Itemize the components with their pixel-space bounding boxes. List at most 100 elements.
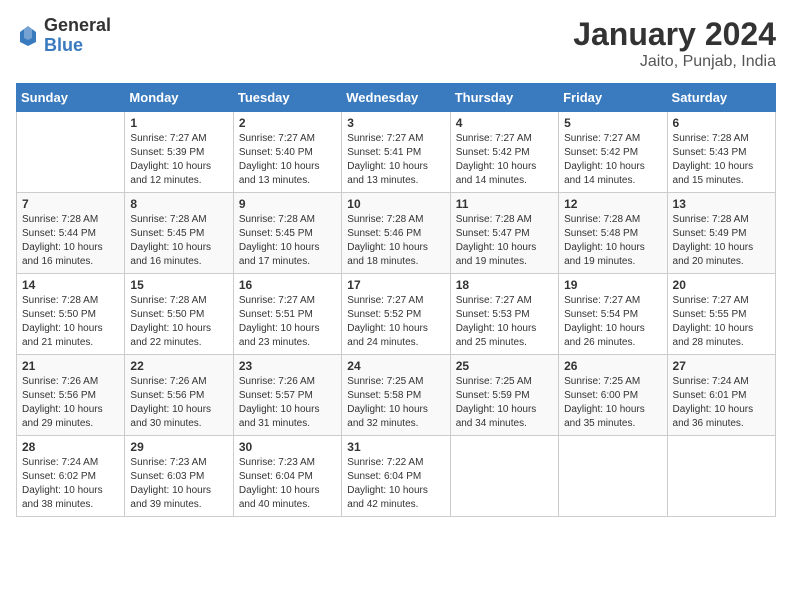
day-cell: 8 Sunrise: 7:28 AM Sunset: 5:45 PM Daylig…: [125, 193, 233, 274]
week-row-3: 14Sunrise: 7:28 AM Sunset: 5:50 PM Dayli…: [17, 274, 776, 355]
day-cell: 19 Sunrise: 7:27 AM Sunset: 5:54 PM Dayli…: [559, 274, 667, 355]
day-number: 18: [456, 278, 553, 292]
day-cell: 16 Sunrise: 7:27 AM Sunset: 5:51 PM Dayli…: [233, 274, 341, 355]
day-cell: 4 Sunrise: 7:27 AM Sunset: 5:42 PM Daylig…: [450, 112, 558, 193]
day-cell: 11Sunrise: 7:28 AM Sunset: 5:47 PM Dayli…: [450, 193, 558, 274]
logo-text: General Blue: [44, 16, 111, 56]
week-row-4: 21 Sunrise: 7:26 AM Sunset: 5:56 PM Dayli…: [17, 355, 776, 436]
week-row-2: 7Sunrise: 7:28 AM Sunset: 5:44 PM Daylig…: [17, 193, 776, 274]
day-cell: 24 Sunrise: 7:25 AM Sunset: 5:58 PM Dayli…: [342, 355, 450, 436]
day-number: 11: [456, 197, 553, 211]
day-info: Sunrise: 7:27 AM Sunset: 5:53 PM Dayligh…: [456, 294, 553, 350]
day-info: Sunrise: 7:25 AM Sunset: 6:00 PM Dayligh…: [564, 375, 661, 431]
day-info: Sunrise: 7:23 AM Sunset: 6:03 PM Dayligh…: [130, 456, 227, 512]
day-info: Sunrise: 7:28 AM Sunset: 5:46 PM Dayligh…: [347, 213, 444, 269]
logo-blue: Blue: [44, 36, 111, 56]
day-info: Sunrise: 7:28 AM Sunset: 5:49 PM Dayligh…: [673, 213, 770, 269]
day-number: 28: [22, 440, 119, 454]
day-info: Sunrise: 7:26 AM Sunset: 5:57 PM Dayligh…: [239, 375, 336, 431]
day-number: 9: [239, 197, 336, 211]
day-info: Sunrise: 7:28 AM Sunset: 5:45 PM Dayligh…: [239, 213, 336, 269]
day-info: Sunrise: 7:27 AM Sunset: 5:52 PM Dayligh…: [347, 294, 444, 350]
column-header-tuesday: Tuesday: [233, 84, 341, 112]
week-row-5: 28 Sunrise: 7:24 AM Sunset: 6:02 PM Dayli…: [17, 436, 776, 517]
week-row-1: 1 Sunrise: 7:27 AM Sunset: 5:39 PM Daylig…: [17, 112, 776, 193]
day-cell: 15Sunrise: 7:28 AM Sunset: 5:50 PM Dayli…: [125, 274, 233, 355]
day-info: Sunrise: 7:25 AM Sunset: 5:58 PM Dayligh…: [347, 375, 444, 431]
day-number: 8: [130, 197, 227, 211]
day-number: 24: [347, 359, 444, 373]
calendar-table: SundayMondayTuesdayWednesdayThursdayFrid…: [16, 83, 776, 517]
day-info: Sunrise: 7:27 AM Sunset: 5:55 PM Dayligh…: [673, 294, 770, 350]
day-cell: 31 Sunrise: 7:22 AM Sunset: 6:04 PM Dayli…: [342, 436, 450, 517]
day-number: 20: [673, 278, 770, 292]
column-header-wednesday: Wednesday: [342, 84, 450, 112]
day-cell: 10Sunrise: 7:28 AM Sunset: 5:46 PM Dayli…: [342, 193, 450, 274]
day-info: Sunrise: 7:27 AM Sunset: 5:39 PM Dayligh…: [130, 132, 227, 188]
day-cell: 22 Sunrise: 7:26 AM Sunset: 5:56 PM Dayli…: [125, 355, 233, 436]
day-cell: 27 Sunrise: 7:24 AM Sunset: 6:01 PM Dayli…: [667, 355, 775, 436]
day-info: Sunrise: 7:27 AM Sunset: 5:42 PM Dayligh…: [564, 132, 661, 188]
column-header-thursday: Thursday: [450, 84, 558, 112]
day-number: 23: [239, 359, 336, 373]
day-info: Sunrise: 7:27 AM Sunset: 5:42 PM Dayligh…: [456, 132, 553, 188]
day-info: Sunrise: 7:24 AM Sunset: 6:02 PM Dayligh…: [22, 456, 119, 512]
day-cell: 13 Sunrise: 7:28 AM Sunset: 5:49 PM Dayli…: [667, 193, 775, 274]
calendar-title: January 2024: [573, 16, 776, 53]
day-number: 2: [239, 116, 336, 130]
day-cell: 1 Sunrise: 7:27 AM Sunset: 5:39 PM Daylig…: [125, 112, 233, 193]
day-number: 15: [130, 278, 227, 292]
day-info: Sunrise: 7:26 AM Sunset: 5:56 PM Dayligh…: [130, 375, 227, 431]
logo-general: General: [44, 16, 111, 36]
calendar-body: 1 Sunrise: 7:27 AM Sunset: 5:39 PM Daylig…: [17, 112, 776, 517]
day-number: 5: [564, 116, 661, 130]
day-number: 31: [347, 440, 444, 454]
day-info: Sunrise: 7:23 AM Sunset: 6:04 PM Dayligh…: [239, 456, 336, 512]
day-number: 30: [239, 440, 336, 454]
day-cell: 9 Sunrise: 7:28 AM Sunset: 5:45 PM Daylig…: [233, 193, 341, 274]
day-info: Sunrise: 7:26 AM Sunset: 5:56 PM Dayligh…: [22, 375, 119, 431]
day-cell: [17, 112, 125, 193]
day-cell: 23 Sunrise: 7:26 AM Sunset: 5:57 PM Dayli…: [233, 355, 341, 436]
day-cell: 18 Sunrise: 7:27 AM Sunset: 5:53 PM Dayli…: [450, 274, 558, 355]
day-info: Sunrise: 7:28 AM Sunset: 5:45 PM Dayligh…: [130, 213, 227, 269]
day-number: 3: [347, 116, 444, 130]
logo-icon: [16, 24, 40, 48]
day-info: Sunrise: 7:25 AM Sunset: 5:59 PM Dayligh…: [456, 375, 553, 431]
day-cell: 29 Sunrise: 7:23 AM Sunset: 6:03 PM Dayli…: [125, 436, 233, 517]
day-number: 16: [239, 278, 336, 292]
day-info: Sunrise: 7:22 AM Sunset: 6:04 PM Dayligh…: [347, 456, 444, 512]
column-header-sunday: Sunday: [17, 84, 125, 112]
day-cell: 28 Sunrise: 7:24 AM Sunset: 6:02 PM Dayli…: [17, 436, 125, 517]
day-number: 17: [347, 278, 444, 292]
day-info: Sunrise: 7:27 AM Sunset: 5:51 PM Dayligh…: [239, 294, 336, 350]
day-number: 4: [456, 116, 553, 130]
header-row: SundayMondayTuesdayWednesdayThursdayFrid…: [17, 84, 776, 112]
day-number: 27: [673, 359, 770, 373]
day-cell: 30 Sunrise: 7:23 AM Sunset: 6:04 PM Dayli…: [233, 436, 341, 517]
day-cell: 14Sunrise: 7:28 AM Sunset: 5:50 PM Dayli…: [17, 274, 125, 355]
day-number: 25: [456, 359, 553, 373]
column-header-saturday: Saturday: [667, 84, 775, 112]
day-number: 1: [130, 116, 227, 130]
day-number: 29: [130, 440, 227, 454]
day-info: Sunrise: 7:24 AM Sunset: 6:01 PM Dayligh…: [673, 375, 770, 431]
day-number: 19: [564, 278, 661, 292]
day-cell: 17 Sunrise: 7:27 AM Sunset: 5:52 PM Dayli…: [342, 274, 450, 355]
day-cell: 25 Sunrise: 7:25 AM Sunset: 5:59 PM Dayli…: [450, 355, 558, 436]
day-cell: [559, 436, 667, 517]
day-cell: 12Sunrise: 7:28 AM Sunset: 5:48 PM Dayli…: [559, 193, 667, 274]
day-number: 21: [22, 359, 119, 373]
day-info: Sunrise: 7:28 AM Sunset: 5:43 PM Dayligh…: [673, 132, 770, 188]
day-cell: 3 Sunrise: 7:27 AM Sunset: 5:41 PM Daylig…: [342, 112, 450, 193]
day-number: 13: [673, 197, 770, 211]
day-info: Sunrise: 7:27 AM Sunset: 5:41 PM Dayligh…: [347, 132, 444, 188]
day-info: Sunrise: 7:27 AM Sunset: 5:54 PM Dayligh…: [564, 294, 661, 350]
day-cell: 7Sunrise: 7:28 AM Sunset: 5:44 PM Daylig…: [17, 193, 125, 274]
day-cell: 20 Sunrise: 7:27 AM Sunset: 5:55 PM Dayli…: [667, 274, 775, 355]
calendar-subtitle: Jaito, Punjab, India: [573, 53, 776, 71]
column-header-monday: Monday: [125, 84, 233, 112]
day-cell: 5 Sunrise: 7:27 AM Sunset: 5:42 PM Daylig…: [559, 112, 667, 193]
day-number: 22: [130, 359, 227, 373]
day-info: Sunrise: 7:28 AM Sunset: 5:44 PM Dayligh…: [22, 213, 119, 269]
